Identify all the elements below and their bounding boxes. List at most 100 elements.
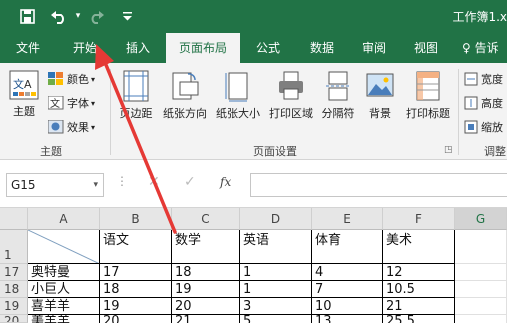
table-cell[interactable]: 小巨人: [28, 281, 100, 298]
header-cell[interactable]: 美术: [383, 230, 455, 264]
empty-cell[interactable]: [455, 264, 507, 281]
cancel-icon[interactable]: ✕: [148, 174, 160, 190]
formula-input[interactable]: [250, 173, 507, 197]
themes-icon: 文 A: [9, 70, 39, 100]
table-cell[interactable]: 10.5: [383, 281, 455, 298]
breaks-button[interactable]: 分隔符: [318, 70, 358, 121]
orientation-button[interactable]: 纸张方向: [160, 70, 210, 121]
title-bar: ▾ 工作簿1.x: [0, 0, 507, 33]
table-cell[interactable]: 20: [100, 315, 172, 323]
table-cell[interactable]: 5: [240, 315, 312, 323]
tab-file[interactable]: 文件: [4, 33, 52, 63]
column-header[interactable]: A: [28, 208, 100, 230]
print-area-button[interactable]: 打印区域: [266, 70, 316, 121]
table-cell[interactable]: 21: [172, 315, 240, 323]
diagonal-header-cell[interactable]: [28, 230, 100, 264]
header-cell[interactable]: 语文: [100, 230, 172, 264]
table-cell[interactable]: 喜羊羊: [28, 298, 100, 315]
table-cell[interactable]: 19: [172, 281, 240, 298]
table-cell[interactable]: 4: [312, 264, 383, 281]
size-button[interactable]: 纸张大小: [212, 70, 264, 121]
column-header-selected[interactable]: G: [455, 208, 507, 230]
tab-home[interactable]: 开始: [61, 33, 109, 63]
margins-icon: [123, 70, 149, 102]
table-cell[interactable]: 7: [312, 281, 383, 298]
table-cell[interactable]: 21: [383, 298, 455, 315]
size-label: 纸张大小: [216, 107, 260, 120]
customize-toolbar-icon[interactable]: [120, 6, 134, 26]
row-header[interactable]: 20: [0, 315, 28, 323]
table-cell[interactable]: 1: [240, 281, 312, 298]
theme-colors-label: 颜色: [67, 73, 89, 86]
table-cell[interactable]: 17: [100, 264, 172, 281]
tab-insert[interactable]: 插入: [114, 33, 162, 63]
theme-fonts-button[interactable]: 文 字体 ▾: [48, 95, 95, 111]
table-cell[interactable]: 13: [312, 315, 383, 323]
table-cell[interactable]: 奥特曼: [28, 264, 100, 281]
scale-width-button[interactable]: 宽度: [464, 71, 503, 87]
header-cell[interactable]: 体育: [312, 230, 383, 264]
header-cell[interactable]: 数学: [172, 230, 240, 264]
font-icon: 文: [48, 96, 64, 110]
margins-button[interactable]: 页边距: [114, 70, 158, 121]
empty-cell[interactable]: [455, 298, 507, 315]
table-cell[interactable]: 18: [100, 281, 172, 298]
dialog-launcher-icon[interactable]: ◳: [444, 145, 453, 155]
scale-percent-button[interactable]: 缩放: [464, 119, 503, 135]
row-header[interactable]: 17: [0, 264, 28, 281]
column-header[interactable]: E: [312, 208, 383, 230]
table-cell[interactable]: 12: [383, 264, 455, 281]
column-header[interactable]: B: [100, 208, 172, 230]
table-cell[interactable]: 10: [312, 298, 383, 315]
empty-cell[interactable]: [455, 230, 507, 264]
themes-button[interactable]: 文 A 主题: [6, 70, 42, 119]
empty-cell[interactable]: [455, 315, 507, 323]
scale-percent-label: 缩放: [481, 121, 503, 134]
column-header[interactable]: D: [240, 208, 312, 230]
tab-data[interactable]: 数据: [298, 33, 346, 63]
row-header[interactable]: 1: [0, 230, 28, 264]
tab-review[interactable]: 审阅: [350, 33, 398, 63]
table-cell[interactable]: 3: [240, 298, 312, 315]
chevron-down-icon[interactable]: ▾: [93, 174, 98, 196]
theme-effects-button[interactable]: 效果 ▾: [48, 119, 95, 135]
select-all-corner[interactable]: [0, 208, 28, 230]
column-header[interactable]: C: [172, 208, 240, 230]
table-cell[interactable]: 25.5: [383, 315, 455, 323]
empty-cell[interactable]: [455, 281, 507, 298]
background-button[interactable]: 背景: [362, 70, 398, 121]
row-header[interactable]: 18: [0, 281, 28, 298]
save-icon[interactable]: [16, 6, 38, 26]
table-cell[interactable]: 美羊羊: [28, 315, 100, 323]
table-cell[interactable]: 20: [172, 298, 240, 315]
orientation-label: 纸张方向: [163, 107, 207, 120]
chevron-down-icon: ▾: [91, 74, 96, 84]
print-titles-button[interactable]: 打印标题: [400, 70, 456, 121]
name-box[interactable]: G15 ▾: [6, 173, 104, 197]
more-options-icon[interactable]: ⋮: [116, 174, 128, 188]
tab-view[interactable]: 视图: [402, 33, 450, 63]
table-cell[interactable]: 18: [172, 264, 240, 281]
undo-icon[interactable]: [46, 6, 72, 26]
scale-height-button[interactable]: 高度: [464, 95, 503, 111]
insert-function-icon[interactable]: fx: [220, 175, 231, 189]
document-title: 工作簿1.x: [452, 10, 507, 24]
group-separator: [458, 69, 459, 155]
table-cell[interactable]: 1: [240, 264, 312, 281]
redo-icon[interactable]: [86, 6, 108, 26]
column-header[interactable]: F: [383, 208, 455, 230]
scale-width-label: 宽度: [481, 73, 503, 86]
paper-size-icon: [225, 72, 248, 102]
header-cell[interactable]: 英语: [240, 230, 312, 264]
tell-me-label: 告诉: [474, 41, 499, 55]
tab-tell-me[interactable]: ♀ 告诉: [462, 33, 507, 63]
undo-dropdown-icon[interactable]: ▾: [73, 6, 83, 26]
theme-colors-button[interactable]: 颜色 ▾: [48, 71, 95, 87]
enter-check-icon[interactable]: ✓: [184, 174, 196, 190]
row-header[interactable]: 19: [0, 298, 28, 315]
tab-page-layout[interactable]: 页面布局: [166, 33, 240, 63]
tab-formulas[interactable]: 公式: [244, 33, 292, 63]
table-cell[interactable]: 19: [100, 298, 172, 315]
lightbulb-icon: ♀: [462, 41, 471, 55]
background-image-icon: [366, 73, 394, 97]
